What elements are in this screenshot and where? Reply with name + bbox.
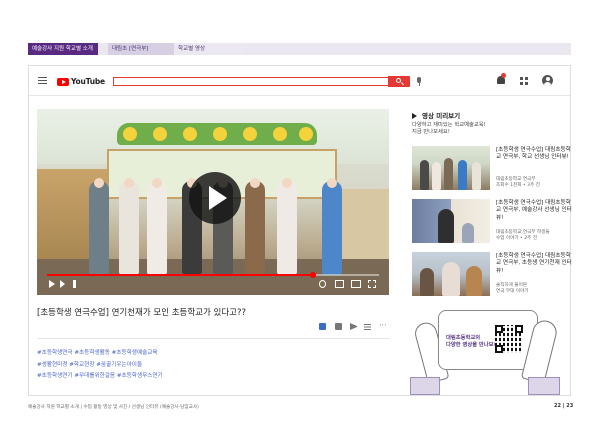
youtube-logo-text: YouTube [71,77,105,86]
breadcrumb: 예술강사 지원 학교별 소개 대림초 [연극부] 학교별 영상 [28,43,571,55]
account-icon[interactable] [542,75,553,86]
more-icon[interactable]: ··· [379,322,387,330]
video-title: [초등학생 연극수업] 연기천재가 모인 초등학교가 있다고?? [37,308,247,318]
student-figure [322,178,342,275]
menu-icon[interactable] [38,77,47,84]
preview-card-title[interactable]: [초등학생 연극수업] 대림초등학교 연극부, 학교 선생님 인터뷰! [496,147,572,162]
bell-icon[interactable] [497,73,506,84]
miniplayer-icon[interactable] [335,280,344,288]
share-icon[interactable] [350,323,357,330]
youtube-logo[interactable]: YouTube [57,77,105,86]
preview-card-title[interactable]: [초등학생 연극수업] 대림초등학교 연극부, 예술강사 선생님 인터뷰! [496,200,572,222]
hashtag-line[interactable]: #초등학생연기 #무대를위한걸음 #초등학생무스연기 [37,371,387,383]
preview-card[interactable]: [초등학생 연극수업] 대림초등학교 연극부, 초등생 연기천재 인터뷰! 솔직… [412,252,572,300]
preview-thumbnail[interactable] [412,199,490,243]
preview-card-title[interactable]: [초등학생 연극수업] 대림초등학교 연극부, 초등생 연기천재 인터뷰! [496,253,572,275]
play-arrow-icon [412,113,417,119]
page-footer: 예술강사 지원 학교별 소개 | 수업 활동 영상 및 사진 / 선생님 인터뷰… [28,405,199,410]
phone-screen: 대림초등학교의 다양한 영상을 만나보세요! [438,310,538,370]
preview-card-meta-line: 연극 무대 이야기 [496,289,529,295]
right-sleeve-illustration [528,377,560,395]
search-icon [396,78,401,83]
preview-thumbnail[interactable] [412,146,490,190]
preview-card[interactable]: [초등학생 연극수업] 대림초등학교 연극부, 학교 선생님 인터뷰! 대림초등… [412,146,572,194]
preview-description-line: 다양하고 재미있는 학교예술교육! [412,122,486,128]
youtube-play-icon [57,77,69,86]
progress-fill [47,274,313,276]
student-figure [119,178,139,275]
progress-bar[interactable] [47,272,379,278]
hashtag-line[interactable]: #초등학생연극 #초등학생활동 #초등학생예술교육 [37,348,387,360]
preview-card-meta: 솔직하게 풀어본 연극 무대 이야기 [496,283,572,295]
youtube-header: YouTube [29,66,570,96]
preview-card-meta: 대림초등학교 연극부 조회수 1천회 • 3주 전 [496,177,572,189]
preview-header: 영상 미리보기 [412,110,460,120]
breadcrumb-tab-school-intro[interactable]: 예술강사 지원 학교별 소개 [28,43,98,55]
save-icon[interactable] [364,324,371,325]
divider [37,338,389,339]
volume-icon[interactable] [73,280,80,288]
play-button[interactable] [189,172,241,224]
student-figure [147,178,167,275]
breadcrumb-tab-daerim[interactable]: 대림초 [연극부] [108,43,174,55]
qr-code[interactable] [495,325,523,353]
preview-card-meta-line: 조회수 1천회 • 3주 전 [496,183,540,189]
preview-card-meta-line: 수업 이야기 • 2주 전 [496,236,538,242]
breadcrumb-tab-videos[interactable]: 학교별 영상 [174,43,244,55]
settings-icon[interactable] [319,280,326,288]
next-icon[interactable] [60,280,66,288]
theater-icon[interactable] [351,280,361,288]
hashtag-list: #초등학생연극 #초등학생활동 #초등학생예술교육 #생활현미경 #학교현장 #… [37,348,387,383]
play-icon[interactable] [49,280,55,288]
preview-card-meta: 대림초등학교 연극부 학생들 수업 이야기 • 2주 전 [496,230,572,242]
preview-description: 다양하고 재미있는 학교예술교육! 지금 만나보세요! [412,122,486,136]
video-actions: ··· [319,322,389,333]
preview-card[interactable]: [초등학생 연극수업] 대림초등학교 연극부, 예술강사 선생님 인터뷰! 대림… [412,199,572,247]
fullscreen-icon[interactable] [368,280,376,288]
mic-icon[interactable] [417,77,421,86]
classroom-banner [117,123,317,145]
page-number: 22 | 23 [554,403,574,409]
preview-description-line: 지금 만나보세요! [412,129,450,135]
hashtag-line[interactable]: #생활현미경 #학교현장 #꿈꿀기우는아이들 [37,360,387,372]
search-input[interactable] [113,77,389,86]
qr-illustration: 대림초등학교의 다양한 영상을 만나보세요! [410,302,560,395]
left-sleeve-illustration [410,377,440,395]
dislike-icon[interactable] [335,323,342,330]
classroom-cabinet [337,189,389,269]
apps-icon[interactable] [520,77,528,85]
student-figure [277,178,297,275]
preview-header-label: 영상 미리보기 [422,112,461,120]
like-icon[interactable] [319,323,326,330]
preview-thumbnail[interactable] [412,252,490,296]
search-button[interactable] [388,76,410,87]
notification-dot [501,73,506,78]
student-figure [89,178,109,275]
video-player[interactable] [37,109,389,295]
progress-knob[interactable] [309,272,316,278]
student-figure [245,178,265,275]
